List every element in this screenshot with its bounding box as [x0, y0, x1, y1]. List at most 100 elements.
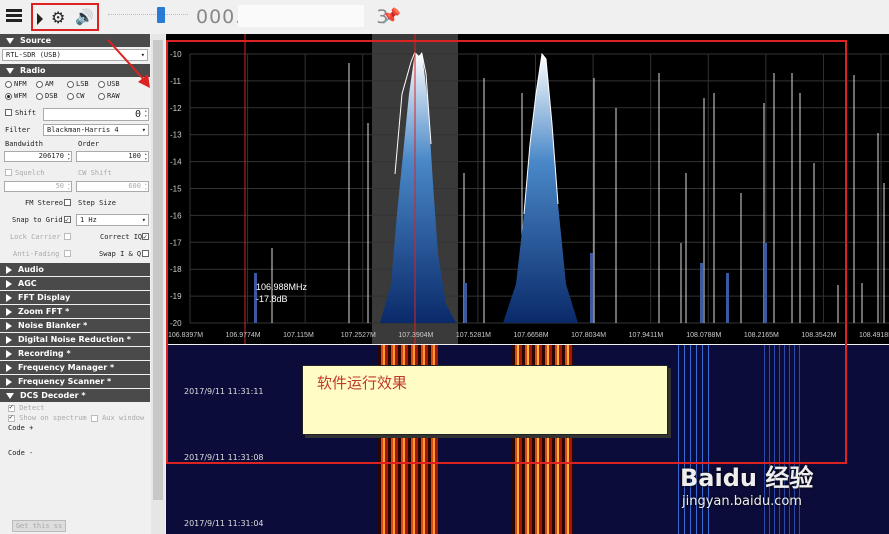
shift-input[interactable]: 0	[43, 108, 149, 121]
waterfall-timestamp: 2017/9/11 11:31:04	[184, 519, 264, 528]
x-tick-label: 107.6658M	[514, 332, 549, 339]
section-frequency-manager[interactable]: Frequency Manager *	[0, 361, 150, 374]
carrier-marker	[726, 273, 729, 323]
expand-icon	[6, 335, 12, 344]
swap-iq-checkbox[interactable]	[142, 250, 149, 257]
bandwidth-input[interactable]: 206170	[4, 151, 72, 162]
x-tick-label: 107.8034M	[571, 332, 606, 339]
section-label: Zoom FFT *	[18, 307, 70, 316]
annotation-arrow	[107, 39, 150, 88]
section-noise-blanker[interactable]: Noise Blanker *	[0, 319, 150, 332]
carrier-marker	[700, 263, 703, 323]
panel-scrollbar[interactable]	[151, 34, 165, 534]
shift-checkbox[interactable]	[5, 109, 12, 116]
source-device-value: RTL-SDR (USB)	[6, 51, 61, 59]
section-dnr[interactable]: Digital Noise Reduction *	[0, 333, 150, 346]
section-label: Noise Blanker *	[18, 321, 88, 330]
squelch-row: 50 600	[0, 179, 150, 195]
detect-checkbox[interactable]	[8, 403, 15, 412]
spectrum-display[interactable]: -10 -11 -12 -13 -14 -15 -16 -17 -18 -19 -20 106.83…	[166, 34, 889, 344]
correct-iq-checkbox[interactable]	[142, 231, 149, 243]
radio-icon	[67, 80, 74, 88]
anti-fading-label: Anti-Fading	[13, 250, 60, 258]
mode-dsb[interactable]: DSB	[36, 92, 67, 100]
correct-iq-label: Correct IQ	[100, 233, 143, 241]
expand-icon	[6, 321, 12, 330]
y-tick-label: -14	[170, 158, 182, 167]
play-icon[interactable]	[37, 13, 43, 25]
snap-checkbox[interactable]	[64, 214, 71, 226]
collapse-icon	[6, 67, 14, 74]
mode-nfm[interactable]: NFM	[5, 80, 36, 88]
menu-icon[interactable]	[6, 9, 22, 23]
fm-stereo-checkbox[interactable]	[64, 199, 71, 206]
x-tick-label: 107.5281M	[456, 332, 491, 339]
mode-label: CW	[76, 92, 85, 100]
section-audio[interactable]: Audio	[0, 263, 150, 276]
y-tick-label: -10	[170, 50, 182, 59]
bandwidth-label-row: Bandwidth Order	[0, 137, 150, 150]
section-agc[interactable]: AGC	[0, 277, 150, 290]
aux-window-label: Aux window	[102, 414, 145, 422]
carrier-marker	[464, 283, 467, 323]
dcs-panel: Detect Show on spectrum Aux window Code …	[0, 403, 150, 463]
squelch-input[interactable]: 50	[4, 181, 72, 192]
mode-label: DSB	[45, 92, 58, 100]
lock-carrier-checkbox[interactable]	[64, 233, 71, 240]
baidu-watermark: Baidu 经验	[680, 464, 814, 492]
filter-select[interactable]: Blackman-Harris 4 ▾	[43, 124, 149, 136]
section-zoom-fft[interactable]: Zoom FFT *	[0, 305, 150, 318]
cwshift-input[interactable]: 600	[76, 181, 149, 192]
y-tick-label: -12	[170, 104, 182, 113]
mode-lsb[interactable]: LSB	[67, 80, 98, 88]
gear-icon[interactable]: ⚙	[51, 8, 65, 27]
speaker-icon[interactable]: 🔊	[75, 8, 94, 26]
section-label: Radio	[20, 66, 46, 75]
frequency-redaction	[238, 5, 364, 27]
bandwidth-row: 206170 100	[0, 150, 150, 166]
squelch-checkbox[interactable]	[5, 169, 12, 176]
x-tick-label: 107.2527M	[341, 332, 376, 339]
section-fft-display[interactable]: FFT Display	[0, 291, 150, 304]
x-tick-label: 108.2165M	[744, 332, 779, 339]
chevron-down-icon: ▾	[141, 216, 146, 224]
mode-cw[interactable]: CW	[67, 92, 98, 100]
y-tick-label: -13	[170, 131, 182, 140]
order-input[interactable]: 100	[76, 151, 149, 162]
section-label: Digital Noise Reduction *	[18, 335, 131, 344]
section-dcs-decoder[interactable]: DCS Decoder *	[0, 389, 150, 402]
step-size-select[interactable]: 1 Hz ▾	[76, 214, 149, 226]
show-spectrum-checkbox[interactable]	[8, 413, 15, 422]
section-label: DCS Decoder *	[20, 391, 86, 400]
aux-window-checkbox[interactable]	[90, 414, 98, 422]
x-tick-label: 108.0788M	[686, 332, 721, 339]
step-size-label: Step Size	[78, 199, 116, 207]
volume-slider-track[interactable]	[108, 14, 188, 16]
snap-row: Snap to Grid 1 Hz ▾	[0, 212, 150, 229]
section-label: Frequency Scanner *	[18, 377, 112, 386]
volume-slider-handle[interactable]	[157, 7, 165, 23]
y-tick-label: -15	[170, 185, 182, 194]
mode-label: WFM	[14, 92, 27, 100]
squelch-label: Squelch	[15, 169, 45, 177]
x-tick-label: 107.115M	[283, 332, 314, 339]
mode-label: AM	[45, 80, 54, 88]
mode-wfm[interactable]: WFM	[5, 92, 36, 100]
mode-am[interactable]: AM	[36, 80, 67, 88]
y-axis-ticks: -10 -11 -12 -13 -14 -15 -16 -17 -18 -19 -20	[170, 50, 182, 328]
anti-fading-checkbox[interactable]	[64, 250, 71, 257]
waterfall-timestamp: 2017/9/11 11:31:11	[184, 387, 264, 396]
x-tick-label: 106.9774M	[226, 332, 261, 339]
mode-label: LSB	[76, 80, 89, 88]
show-spectrum-label: Show on spectrum	[19, 414, 87, 422]
collapse-icon	[6, 37, 14, 44]
swap-iq-label: Swap I & Q	[99, 250, 142, 258]
x-tick-label: 107.9411M	[629, 332, 664, 339]
snap-label: Snap to Grid	[12, 216, 63, 224]
pin-icon[interactable]: 📌	[382, 7, 401, 25]
scrollbar-thumb[interactable]	[153, 40, 163, 500]
get-button[interactable]: Get this ss	[12, 520, 66, 532]
x-axis-ticks: 106.8397M 106.9774M 107.115M 107.2527M 107.3…	[168, 332, 889, 339]
section-recording[interactable]: Recording *	[0, 347, 150, 360]
section-frequency-scanner[interactable]: Frequency Scanner *	[0, 375, 150, 388]
